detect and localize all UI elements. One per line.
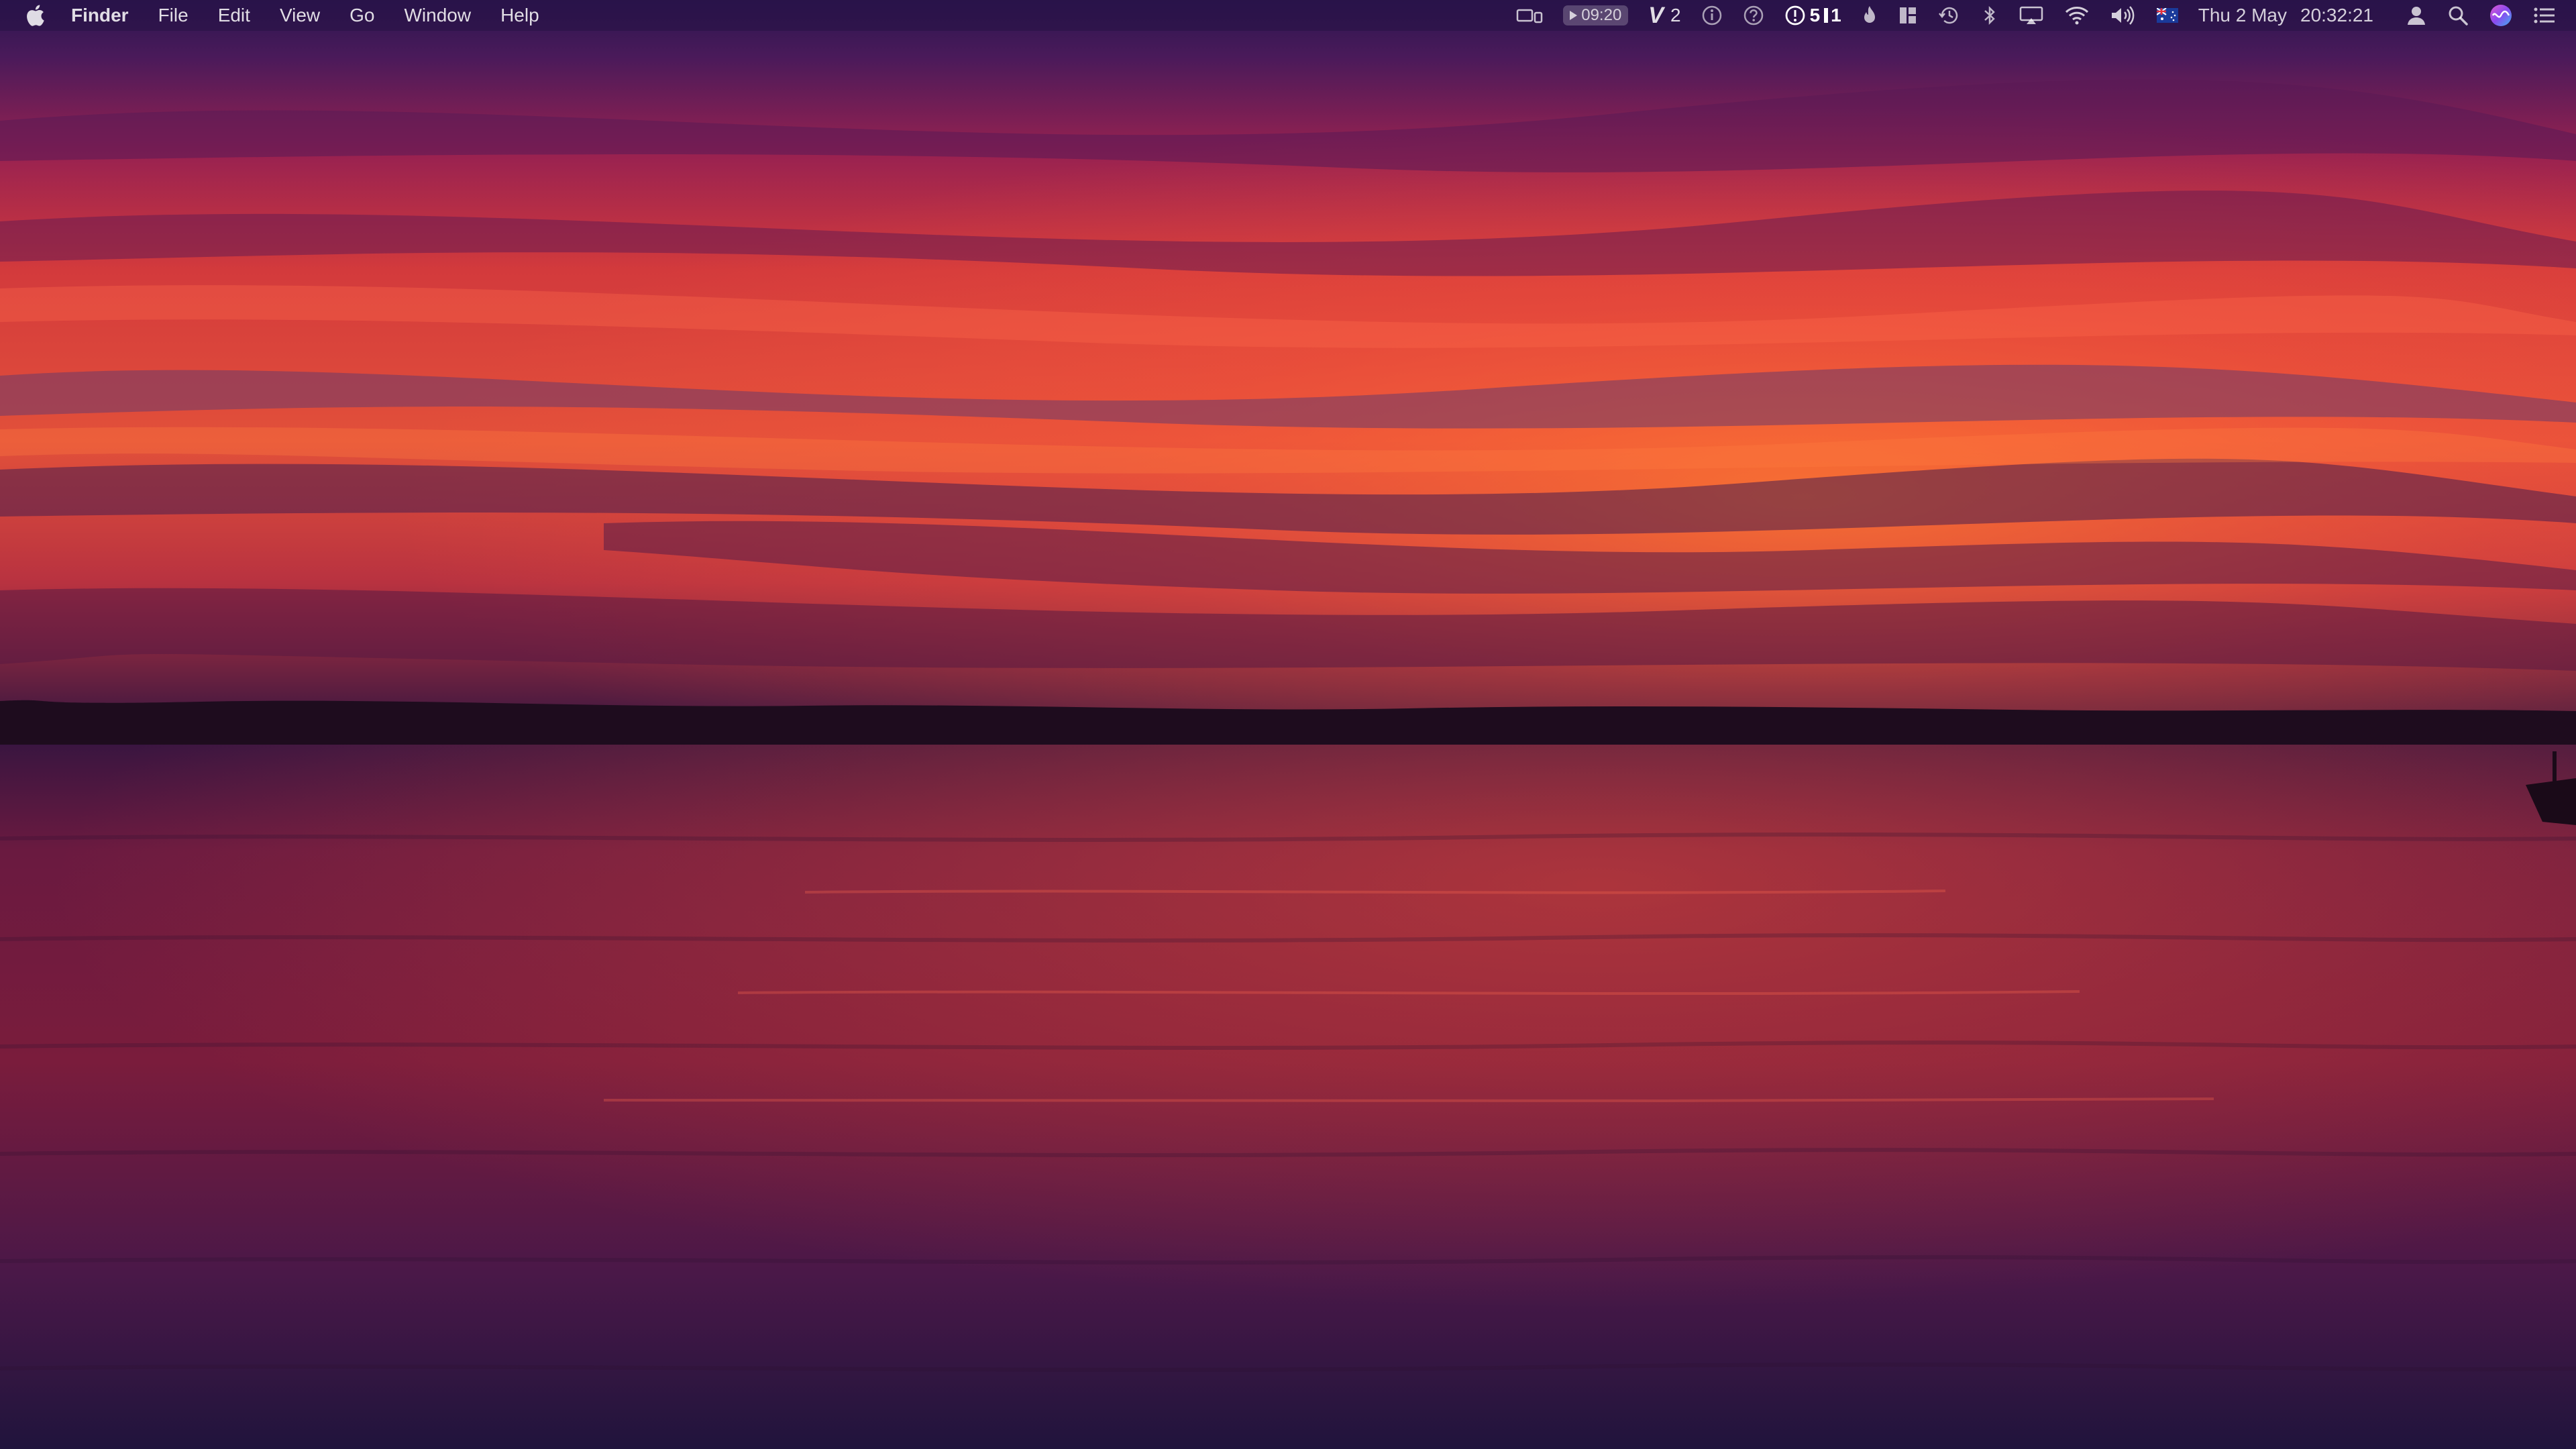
time-machine-icon[interactable] xyxy=(1938,0,1961,31)
volume-icon[interactable] xyxy=(2110,0,2137,31)
australian-flag-icon[interactable] xyxy=(2156,0,2178,31)
menu-bar-status-area: 09:20 V 2 5 1 Thu 2 May 20:32:21 xyxy=(1496,0,2556,31)
timer-value: 09:20 xyxy=(1581,6,1622,24)
menu-file[interactable]: File xyxy=(158,0,189,31)
menu-help[interactable]: Help xyxy=(500,0,539,31)
vpn-status[interactable]: V 2 xyxy=(1648,0,1680,31)
info-icon[interactable] xyxy=(1701,0,1723,31)
v-logo-icon: V xyxy=(1648,2,1664,28)
layout-icon[interactable] xyxy=(1898,0,1918,31)
time-text: 20:32:21 xyxy=(2300,5,2373,25)
date-time[interactable]: Thu 2 May 20:32:21 xyxy=(2198,0,2373,31)
apple-icon[interactable] xyxy=(24,3,47,28)
spotlight-search-icon[interactable] xyxy=(2447,0,2469,31)
wallpaper-sunset xyxy=(0,0,2576,1449)
menu-edit[interactable]: Edit xyxy=(218,0,250,31)
bluetooth-icon[interactable] xyxy=(1981,0,1998,31)
meter-suffix: 1 xyxy=(1831,5,1841,25)
desktop: Finder File Edit View Go Window Help 09:… xyxy=(0,0,2576,1449)
timer-pill: 09:20 xyxy=(1563,5,1629,25)
notification-center-icon[interactable] xyxy=(2533,0,2556,31)
user-icon[interactable] xyxy=(2406,0,2427,31)
menu-view[interactable]: View xyxy=(280,0,320,31)
menu-window[interactable]: Window xyxy=(404,0,471,31)
help-icon[interactable] xyxy=(1743,0,1764,31)
bar-icon xyxy=(1824,8,1829,23)
alert-icon xyxy=(1785,5,1805,25)
menu-bar: Finder File Edit View Go Window Help 09:… xyxy=(0,0,2576,31)
menu-bar-left: Finder File Edit View Go Window Help xyxy=(0,0,569,31)
meter-status[interactable]: 5 1 xyxy=(1784,0,1841,31)
menu-go[interactable]: Go xyxy=(350,0,374,31)
display-mirroring-icon[interactable] xyxy=(1516,0,1543,31)
vpn-count: 2 xyxy=(1670,5,1681,25)
flame-icon[interactable] xyxy=(1862,0,1878,31)
siri-icon[interactable] xyxy=(2489,0,2513,31)
wifi-icon[interactable] xyxy=(2064,0,2090,31)
date-text: Thu 2 May xyxy=(2198,5,2287,25)
menu-app-finder[interactable]: Finder xyxy=(71,0,129,31)
meter-value: 5 xyxy=(1809,5,1821,25)
airplay-icon[interactable] xyxy=(2019,0,2044,31)
timer-status[interactable]: 09:20 xyxy=(1563,0,1629,31)
play-icon xyxy=(1570,11,1578,20)
